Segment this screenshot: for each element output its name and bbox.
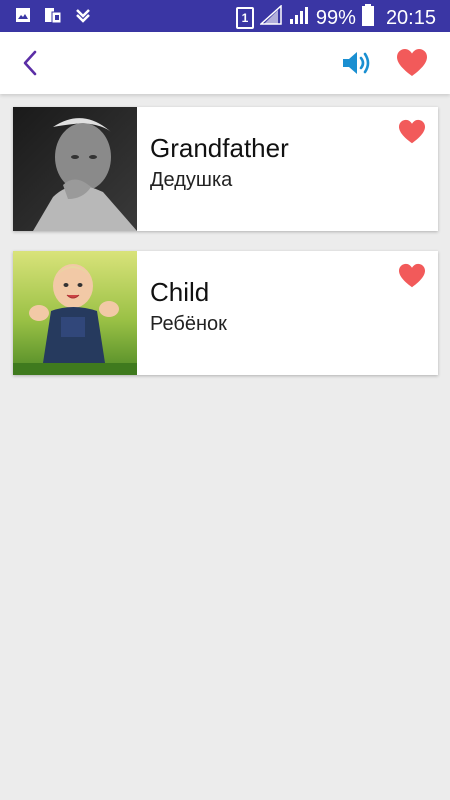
signal-icon: [288, 5, 310, 30]
battery-icon: [361, 4, 374, 31]
sim-card-icon: [44, 6, 62, 24]
signal-icon: [258, 4, 282, 30]
sound-button[interactable]: [340, 47, 372, 79]
sim-badge-label: 1: [241, 10, 249, 25]
speaker-icon: [343, 52, 370, 74]
word-title: Grandfather: [150, 133, 289, 163]
sim-badge-icon: 1: [235, 6, 254, 29]
check-download-icon: [74, 6, 92, 24]
word-translation: Ребёнок: [150, 313, 227, 335]
top-app-bar: [0, 32, 450, 94]
battery-percent: 99%: [315, 6, 356, 29]
word-card[interactable]: Grandfather Дедушка: [13, 107, 438, 231]
word-card[interactable]: Child Ребёнок: [13, 251, 438, 375]
clock: 20:15: [385, 6, 436, 29]
elderly-man-photo: [13, 107, 137, 231]
baby-on-grass-photo: [13, 251, 137, 375]
word-translation: Дедушка: [150, 169, 233, 191]
image-icon: [14, 6, 32, 24]
system-icons: 1 99% 20:15: [235, 4, 436, 31]
heart-icon: [397, 49, 427, 76]
heart-icon: [399, 119, 425, 144]
heart-icon: [399, 263, 425, 288]
favorite-toggle[interactable]: [398, 263, 426, 289]
word-title: Child: [150, 277, 210, 307]
favorites-button[interactable]: [396, 48, 428, 78]
favorite-toggle[interactable]: [398, 119, 426, 145]
status-bar: 1 99% 20:15: [0, 0, 450, 32]
chevron-left-icon: [23, 50, 37, 76]
notification-icons: [14, 6, 92, 24]
back-button[interactable]: [16, 48, 46, 78]
